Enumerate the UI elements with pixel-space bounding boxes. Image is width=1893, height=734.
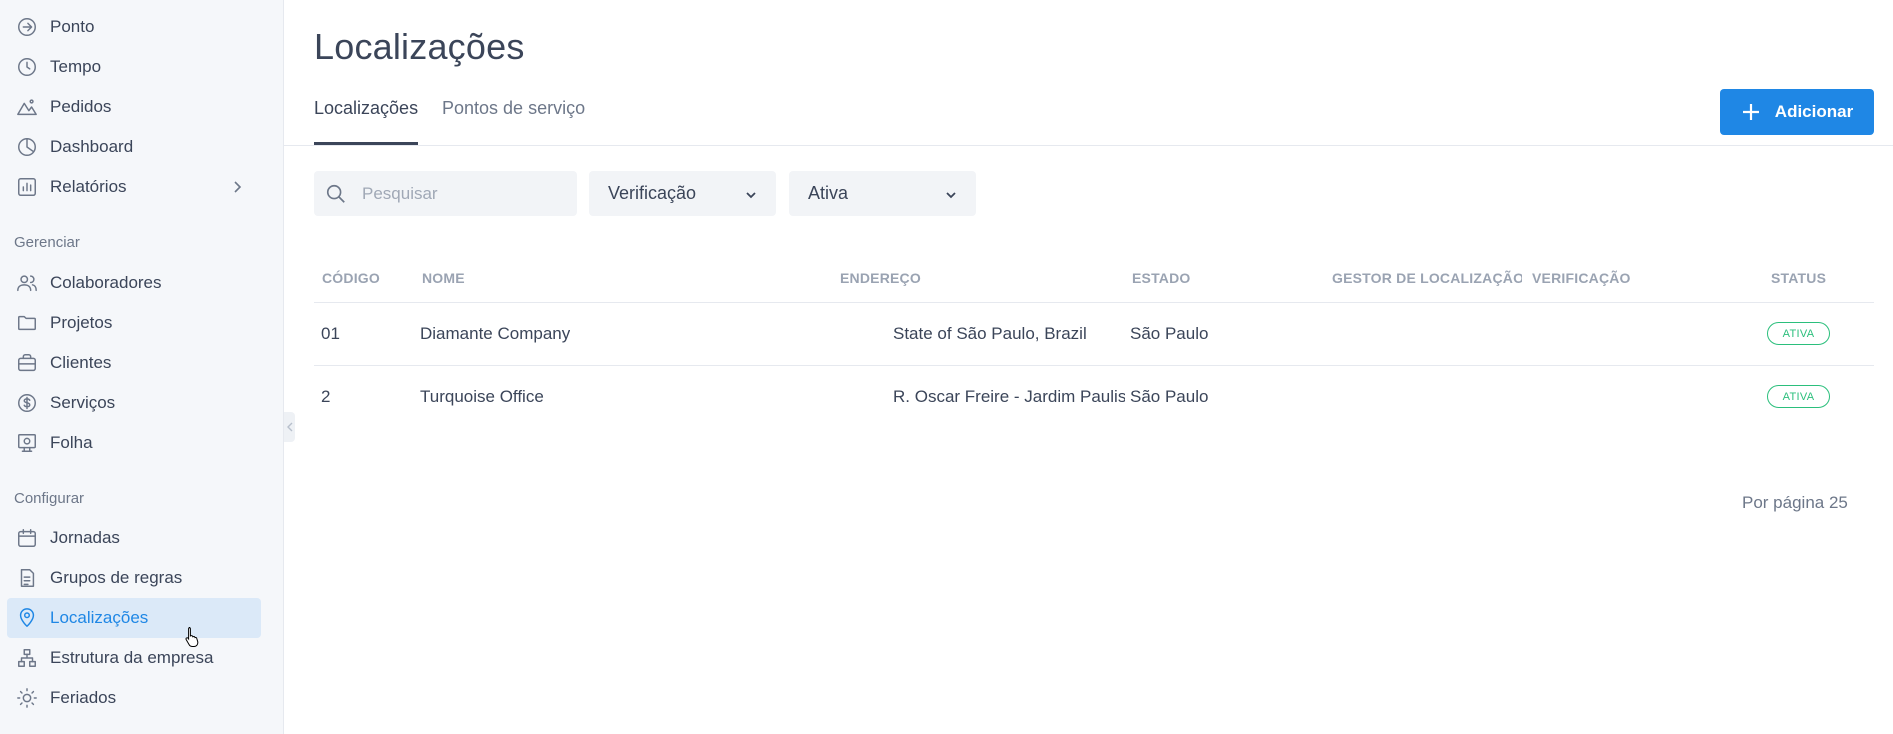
cell-state: São Paulo xyxy=(1130,387,1209,406)
map-pin-icon xyxy=(15,606,39,630)
sidebar-item-label: Localizações xyxy=(50,608,149,627)
sidebar-item-estrutura-da-empresa[interactable]: Estrutura da empresa xyxy=(7,638,261,678)
pie-chart-icon xyxy=(15,135,39,159)
cell-name: Turquoise Office xyxy=(420,387,544,406)
column-header-nome[interactable]: NOME xyxy=(422,270,465,286)
sidebar-item-label: Grupos de regras xyxy=(50,568,183,587)
sidebar-item-grupos-de-regras[interactable]: Grupos de regras xyxy=(7,558,261,598)
sidebar-item-label: Clientes xyxy=(50,353,112,372)
bar-chart-icon xyxy=(15,175,39,199)
verification-filter-select[interactable]: Verificação xyxy=(589,171,776,216)
column-header-endereco[interactable]: ENDEREÇO xyxy=(840,270,921,286)
mouse-pointer-icon xyxy=(185,627,199,647)
rules-icon xyxy=(15,566,39,590)
status-filter-value: Ativa xyxy=(808,183,849,203)
sidebar-item-folha[interactable]: Folha xyxy=(7,423,261,463)
sidebar-item-label: Projetos xyxy=(50,313,113,332)
column-header-estado[interactable]: ESTADO xyxy=(1132,270,1191,286)
chevron-left-icon xyxy=(286,422,292,432)
sidebar-item-label: Dashboard xyxy=(50,137,134,156)
tab-localizacoes[interactable]: Localizações xyxy=(314,98,419,145)
page-title: Localizações xyxy=(314,26,525,67)
cell-name: Diamante Company xyxy=(420,324,571,343)
cell-state: São Paulo xyxy=(1130,324,1209,343)
column-header-gestor[interactable]: GESTOR DE LOCALIZAÇÃO xyxy=(1332,270,1522,286)
sidebar-item-pedidos[interactable]: Pedidos xyxy=(7,87,261,127)
column-header-codigo[interactable]: CÓDIGO xyxy=(322,270,380,286)
column-header-verificacao[interactable]: VERIFICAÇÃO xyxy=(1532,270,1631,286)
calendar-icon xyxy=(15,526,39,550)
mountain-icon xyxy=(15,95,39,119)
sign-in-icon xyxy=(15,15,39,39)
tabs-divider xyxy=(284,145,1893,146)
search-icon xyxy=(326,184,345,203)
add-button-label: Adicionar xyxy=(1774,102,1854,121)
sidebar-item-label: Relatórios xyxy=(50,177,127,196)
users-icon xyxy=(15,271,39,295)
chevron-down-icon xyxy=(744,186,758,200)
column-header-status[interactable]: STATUS xyxy=(1771,270,1826,286)
chevron-down-icon xyxy=(944,186,958,200)
section-title-gerenciar: Gerenciar xyxy=(14,234,80,251)
sidebar-item-label: Colaboradores xyxy=(50,273,162,292)
sidebar-item-tempo[interactable]: Tempo xyxy=(7,47,261,87)
sidebar-item-label: Estrutura da empresa xyxy=(50,648,214,667)
search-box[interactable] xyxy=(314,171,577,216)
verification-filter-value: Verificação xyxy=(608,183,697,203)
sidebar-item-colaboradores[interactable]: Colaboradores xyxy=(7,263,261,303)
sidebar-item-dashboard[interactable]: Dashboard xyxy=(7,127,261,167)
status-filter-select[interactable]: Ativa xyxy=(789,171,976,216)
row-divider xyxy=(314,365,1874,366)
sidebar: Ponto Tempo Pedidos Dashboard Relatórios… xyxy=(0,0,284,734)
sidebar-collapse-handle[interactable] xyxy=(284,412,295,442)
cell-code: 01 xyxy=(321,324,340,343)
sidebar-item-label: Jornadas xyxy=(50,528,120,547)
folder-icon xyxy=(15,311,39,335)
add-button[interactable]: Adicionar xyxy=(1720,89,1874,135)
sidebar-item-label: Serviços xyxy=(50,393,116,412)
cell-address: State of São Paulo, Brazil xyxy=(893,324,1087,343)
sidebar-item-label: Folha xyxy=(50,433,93,452)
cell-address: R. Oscar Freire - Jardim Paulista xyxy=(893,387,1125,406)
briefcase-icon xyxy=(15,351,39,375)
search-input[interactable] xyxy=(362,183,552,204)
sidebar-item-feriados[interactable]: Feriados xyxy=(7,678,261,718)
table-header-divider xyxy=(314,302,1874,303)
status-badge: ATIVA xyxy=(1767,385,1830,408)
sidebar-item-localizacoes[interactable]: Localizações xyxy=(7,598,261,638)
sidebar-item-clientes[interactable]: Clientes xyxy=(7,343,261,383)
chevron-right-icon xyxy=(227,177,247,197)
sidebar-item-label: Pedidos xyxy=(50,97,112,116)
payroll-icon xyxy=(15,431,39,455)
section-title-configurar: Configurar xyxy=(14,490,85,507)
sidebar-item-label: Ponto xyxy=(50,17,95,36)
sidebar-item-servicos[interactable]: Serviços xyxy=(7,383,261,423)
sidebar-item-label: Feriados xyxy=(50,688,117,707)
per-page-selector[interactable]: Por página 25 xyxy=(1742,493,1848,513)
plus-icon xyxy=(1742,104,1759,120)
sidebar-item-jornadas[interactable]: Jornadas xyxy=(7,518,261,558)
clock-icon xyxy=(15,55,39,79)
org-chart-icon xyxy=(15,646,39,670)
tab-pontos-de-servico[interactable]: Pontos de serviço xyxy=(442,98,585,145)
sidebar-item-ponto[interactable]: Ponto xyxy=(7,7,261,47)
sun-icon xyxy=(15,686,39,710)
sidebar-item-label: Tempo xyxy=(50,57,102,76)
sidebar-item-relatorios[interactable]: Relatórios xyxy=(7,167,261,207)
dollar-circle-icon xyxy=(15,391,39,415)
status-badge: ATIVA xyxy=(1767,322,1830,345)
cell-code: 2 xyxy=(321,387,331,406)
sidebar-item-projetos[interactable]: Projetos xyxy=(7,303,261,343)
